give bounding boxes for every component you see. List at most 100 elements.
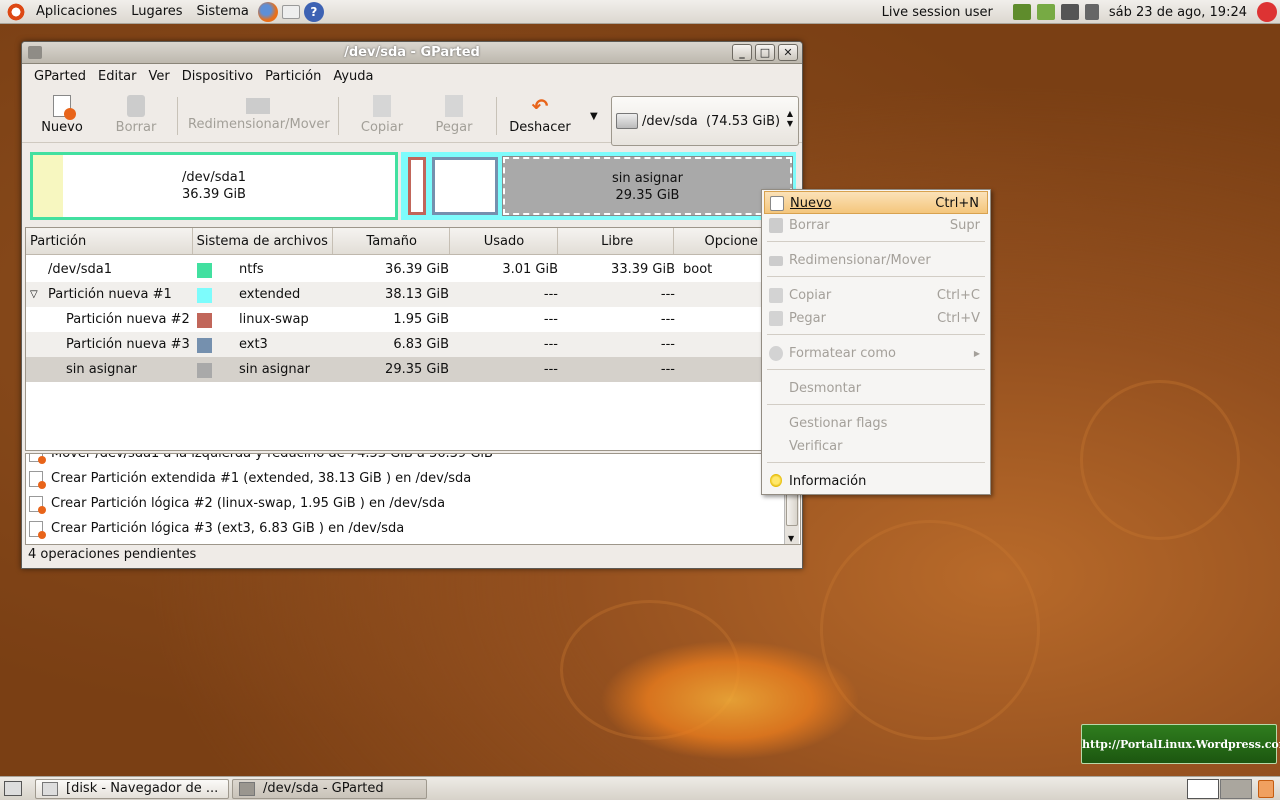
menu-aplicaciones[interactable]: Aplicaciones: [29, 4, 124, 19]
ctx-new[interactable]: Nuevo Ctrl+N: [764, 191, 988, 214]
menu-ver[interactable]: Ver: [143, 69, 176, 84]
diskmap-ext3[interactable]: [432, 157, 498, 215]
unalloc-map-size: 29.35 GiB: [615, 188, 680, 203]
fs-color-swatch: [197, 263, 212, 278]
workspace-1[interactable]: [1187, 779, 1219, 799]
cell-free: ---: [660, 337, 675, 352]
network-monitor-icon[interactable]: [1012, 4, 1031, 20]
ctx-copy[interactable]: Copiar Ctrl+C: [762, 284, 990, 307]
menu-particion[interactable]: Partición: [259, 69, 327, 84]
table-row[interactable]: /dev/sda1 ntfs 36.39 GiB 3.01 GiB 33.39 GiB b…: [26, 257, 764, 282]
cell-filesystem: ntfs: [239, 262, 264, 277]
fs-color-swatch: [197, 288, 212, 303]
ctx-copy-label: Copiar: [789, 288, 832, 303]
table-row[interactable]: ▽ Partición nueva #1 extended 38.13 GiB --- -…: [26, 282, 764, 307]
toolbar-overflow-arrow[interactable]: ▼: [590, 111, 598, 122]
menu-sistema[interactable]: Sistema: [190, 4, 256, 19]
volume-icon[interactable]: [1084, 4, 1099, 20]
ctx-manage-flags[interactable]: Gestionar flags: [762, 412, 990, 435]
resize-move-button[interactable]: Redimensionar/Mover: [188, 93, 330, 139]
ctx-format[interactable]: Formatear como ▶: [762, 342, 990, 365]
window-title: /dev/sda - GParted: [344, 45, 480, 60]
paste-button[interactable]: Pegar: [428, 93, 480, 139]
scroll-down-arrow-icon[interactable]: ▼: [788, 534, 794, 543]
delete-button[interactable]: Borrar: [108, 93, 164, 139]
ctx-check[interactable]: Verificar: [762, 435, 990, 458]
menu-ayuda[interactable]: Ayuda: [327, 69, 379, 84]
fs-color-swatch: [197, 313, 212, 328]
workspace-2[interactable]: [1220, 779, 1252, 799]
ctx-paste[interactable]: Pegar Ctrl+V: [762, 307, 990, 330]
resize-icon: [769, 256, 783, 266]
expander-arrow-icon[interactable]: ▽: [30, 282, 38, 307]
minimize-button[interactable]: _: [732, 44, 752, 61]
col-usado[interactable]: Usado: [450, 228, 559, 254]
col-tamano[interactable]: Tamaño: [333, 228, 450, 254]
table-row[interactable]: Partición nueva #2 linux-swap 1.95 GiB --- -…: [26, 307, 764, 332]
sda1-map-name: /dev/sda1: [182, 170, 246, 185]
ctx-unmount[interactable]: Desmontar: [762, 377, 990, 400]
col-sistema[interactable]: Sistema de archivos: [193, 228, 334, 254]
ctx-info-label: Información: [789, 474, 867, 489]
session-user[interactable]: Live session user: [875, 5, 1000, 20]
cell-size: 38.13 GiB: [385, 287, 449, 302]
network-icon[interactable]: [1060, 4, 1079, 20]
operation-icon: [29, 496, 46, 514]
ubuntu-logo-icon[interactable]: [6, 1, 26, 22]
ctx-copy-accel: Ctrl+C: [936, 288, 980, 303]
task-file-browser[interactable]: [disk - Navegador de ...: [35, 779, 229, 799]
diskmap-sda1[interactable]: /dev/sda1 36.39 GiB: [30, 152, 398, 220]
battery-icon[interactable]: [1036, 4, 1055, 20]
table-row[interactable]: Partición nueva #3 ext3 6.83 GiB --- ---: [26, 332, 764, 357]
new-label: Nuevo: [41, 120, 83, 135]
col-libre[interactable]: Libre: [558, 228, 675, 254]
ctx-delete[interactable]: Borrar Supr: [762, 214, 990, 237]
new-button[interactable]: Nuevo: [34, 93, 90, 139]
mail-icon[interactable]: [281, 4, 300, 19]
help-icon[interactable]: ?: [303, 1, 324, 22]
undo-button[interactable]: ↶ Deshacer: [506, 93, 574, 139]
show-desktop-icon[interactable]: [4, 781, 22, 796]
maximize-button[interactable]: □: [755, 44, 775, 61]
file-browser-icon: [42, 782, 58, 796]
cell-filesystem: ext3: [239, 337, 268, 352]
shutdown-icon[interactable]: [1257, 2, 1277, 22]
menu-separator: [767, 404, 985, 405]
ctx-paste-accel: Ctrl+V: [937, 311, 980, 326]
menu-bar: GParted Editar Ver Dispositivo Partición…: [22, 64, 802, 89]
menu-dispositivo[interactable]: Dispositivo: [176, 69, 259, 84]
col-opciones[interactable]: Opcione: [674, 228, 764, 254]
copy-button[interactable]: Copiar: [356, 93, 408, 139]
task-gparted[interactable]: /dev/sda - GParted: [232, 779, 427, 799]
diskmap-swap[interactable]: [408, 157, 426, 215]
operation-text: Mover /dev/sda1 a la izquierda y reducir…: [51, 453, 493, 461]
ctx-delete-accel: Supr: [949, 218, 980, 233]
cell-partition: Partición nueva #1: [48, 287, 172, 302]
cell-size: 6.83 GiB: [393, 337, 449, 352]
new-partition-icon: [53, 95, 76, 120]
clock[interactable]: sáb 23 de ago, 19:24: [1102, 5, 1254, 20]
table-row[interactable]: sin asignar sin asignar 29.35 GiB --- ---: [26, 357, 764, 382]
spin-arrows-icon: ▲ ▼: [786, 109, 793, 128]
firefox-icon[interactable]: [257, 1, 278, 22]
ctx-info[interactable]: Información: [762, 470, 990, 493]
disk-map: /dev/sda1 36.39 GiB sin asignar 29.35 Gi…: [30, 152, 796, 220]
ctx-resize[interactable]: Redimensionar/Mover: [762, 249, 990, 272]
close-button[interactable]: ✕: [778, 44, 798, 61]
menu-gparted[interactable]: GParted: [28, 69, 92, 84]
diskmap-extended[interactable]: sin asignar 29.35 GiB: [401, 152, 796, 220]
top-panel: Aplicaciones Lugares Sistema ? Live sess…: [0, 0, 1280, 24]
diskmap-unallocated[interactable]: sin asignar 29.35 GiB: [502, 156, 793, 216]
menu-editar[interactable]: Editar: [92, 69, 143, 84]
menu-lugares[interactable]: Lugares: [124, 4, 189, 19]
cell-partition: Partición nueva #3: [66, 337, 190, 352]
title-bar[interactable]: /dev/sda - GParted _ □ ✕: [22, 42, 802, 64]
col-particion[interactable]: Partición: [26, 228, 193, 254]
window-menu-icon[interactable]: [28, 46, 42, 59]
device-selector[interactable]: /dev/sda (74.53 GiB) ▲ ▼: [611, 96, 799, 146]
fs-color-swatch: [197, 363, 212, 378]
format-icon: [769, 346, 783, 361]
paste-icon: [769, 311, 783, 326]
watermark-badge: http://PortalLinux.Wordpress.com: [1081, 724, 1280, 764]
trash-icon[interactable]: [1258, 780, 1274, 798]
